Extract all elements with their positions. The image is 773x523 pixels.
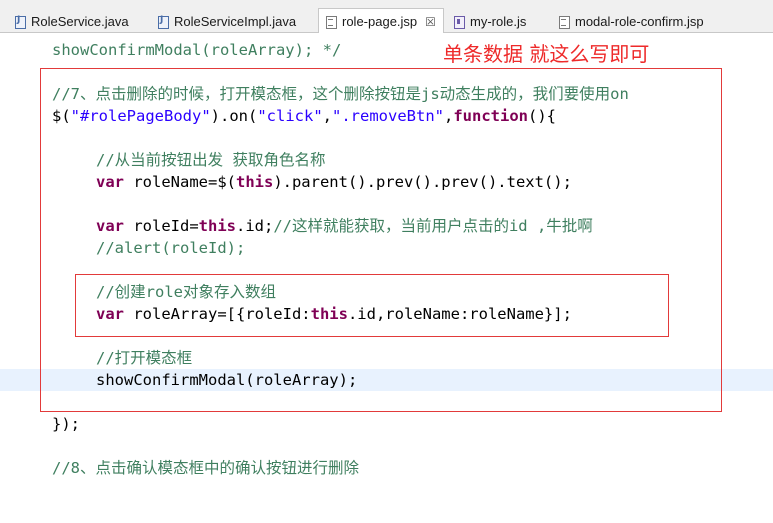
editor-tab-bar: RoleService.java RoleServiceImpl.java ro… xyxy=(0,0,773,34)
tab-role-page-jsp[interactable]: role-page.jsp ☒ xyxy=(318,8,444,34)
close-icon[interactable]: ☒ xyxy=(425,15,436,29)
tab-label: my-role.js xyxy=(470,14,527,29)
tab-label: modal-role-confirm.jsp xyxy=(575,14,704,29)
tab-role-service-impl-java[interactable]: RoleServiceImpl.java xyxy=(157,10,296,33)
tab-label: role-page.jsp xyxy=(342,14,418,29)
inner-highlight-box xyxy=(75,274,669,337)
java-file-icon xyxy=(14,15,26,29)
code-line: //8、点击确认模态框中的确认按钮进行删除 xyxy=(52,459,359,477)
jsp-file-icon xyxy=(325,15,337,29)
code-line: }); xyxy=(52,415,80,433)
tab-label: RoleService.java xyxy=(31,14,129,29)
jsp-file-icon xyxy=(558,15,570,29)
tab-label: RoleServiceImpl.java xyxy=(174,14,297,29)
java-file-icon xyxy=(157,15,169,29)
tab-modal-role-confirm-jsp[interactable]: modal-role-confirm.jsp xyxy=(558,10,704,33)
tab-role-service-java[interactable]: RoleService.java xyxy=(14,10,129,33)
js-file-icon xyxy=(453,15,465,29)
outer-highlight-box xyxy=(40,68,722,412)
annotation-text: 单条数据 就这么写即可 xyxy=(443,42,650,66)
tab-my-role-js[interactable]: my-role.js xyxy=(453,10,526,33)
code-line: showConfirmModal(roleArray); */ xyxy=(52,41,342,59)
